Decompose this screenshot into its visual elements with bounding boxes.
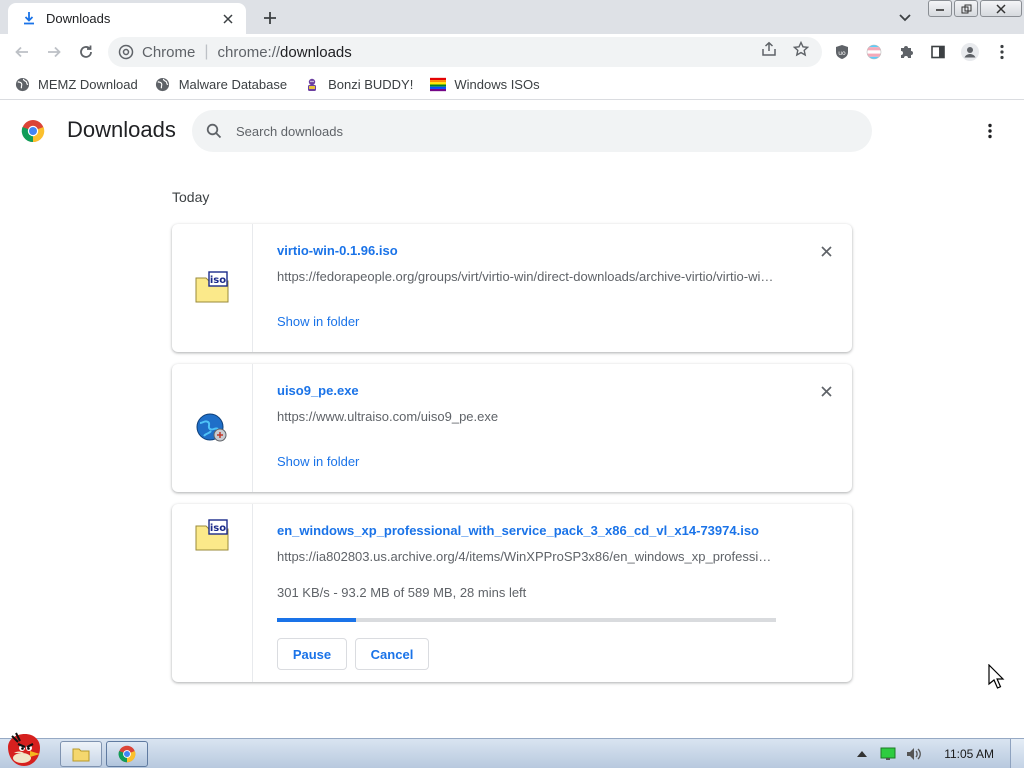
svg-text:uo: uo — [838, 50, 846, 57]
tab-search-chevron-icon[interactable] — [894, 7, 916, 29]
iso-file-icon: iso — [195, 519, 229, 551]
show-desktop-button[interactable] — [1010, 739, 1024, 768]
bookmark-windows-isos[interactable]: Windows ISOs — [430, 77, 540, 93]
page-title: Downloads — [67, 117, 176, 142]
download-source-url: https://ia802803.us.archive.org/4/items/… — [277, 549, 777, 564]
bonzi-icon — [304, 77, 320, 93]
exe-globe-icon — [196, 413, 227, 442]
show-in-folder-link[interactable]: Show in folder — [277, 314, 359, 329]
tab-title: Downloads — [46, 11, 111, 26]
ublock-extension-icon[interactable]: uo — [828, 38, 856, 66]
back-button[interactable] — [8, 38, 36, 66]
bookmark-star-icon[interactable] — [790, 38, 812, 60]
download-filename-link[interactable]: virtio-win-0.1.96.iso — [277, 243, 398, 258]
download-icon-column: iso — [172, 504, 253, 682]
chrome-taskbar-icon — [118, 745, 136, 763]
tab-strip: Downloads — [0, 0, 1024, 34]
taskbar-chrome-button[interactable] — [106, 741, 148, 767]
download-item: iso virtio-win-0.1.96.iso https://fedora… — [172, 224, 852, 352]
cancel-button[interactable]: Cancel — [355, 638, 429, 670]
svg-text:iso: iso — [210, 275, 226, 286]
search-icon — [204, 121, 224, 141]
download-icon — [22, 12, 36, 26]
url-text: chrome://downloads — [217, 43, 352, 61]
folder-icon — [72, 748, 90, 762]
forward-button[interactable] — [40, 38, 68, 66]
bookmark-memz-download[interactable]: MEMZ Download — [14, 77, 138, 93]
download-progress-bar — [277, 618, 776, 622]
side-panel-icon[interactable] — [924, 38, 952, 66]
download-filename-link[interactable]: uiso9_pe.exe — [277, 383, 359, 398]
start-button-angry-bird-icon[interactable] — [2, 731, 50, 768]
minimize-button[interactable] — [928, 0, 952, 17]
address-bar[interactable]: Chrome | chrome://downloads — [108, 37, 822, 67]
mouse-cursor-icon — [988, 664, 1005, 689]
globe-icon — [155, 77, 171, 93]
download-item: uiso9_pe.exe https://www.ultraiso.com/ui… — [172, 364, 852, 492]
search-input[interactable] — [236, 123, 836, 139]
browser-toolbar: Chrome | chrome://downloads uo — [0, 34, 1024, 70]
tray-expand-icon[interactable] — [852, 744, 872, 764]
chrome-menu-icon[interactable] — [988, 38, 1016, 66]
show-in-folder-link[interactable]: Show in folder — [277, 454, 359, 469]
window-controls — [926, 0, 1022, 18]
extensions-puzzle-icon[interactable] — [892, 38, 920, 66]
system-tray: 11:05 AM — [852, 739, 1024, 768]
bookmark-bonzi-buddy[interactable]: Bonzi BUDDY! — [304, 77, 413, 93]
remove-download-icon[interactable] — [816, 241, 836, 261]
pause-button[interactable]: Pause — [277, 638, 347, 670]
network-icon[interactable] — [878, 744, 898, 764]
downloads-header: Downloads — [0, 101, 1024, 161]
downloads-menu-icon[interactable] — [978, 119, 1002, 143]
omnibox-separator: | — [204, 43, 209, 60]
download-progress-fill — [277, 618, 356, 622]
iso-file-icon: iso — [195, 271, 229, 303]
new-tab-button[interactable] — [258, 6, 282, 30]
profile-avatar-icon[interactable] — [956, 38, 984, 66]
globe-icon — [14, 77, 30, 93]
search-downloads-box[interactable] — [192, 110, 872, 152]
chrome-site-icon — [118, 44, 134, 60]
taskbar: 11:05 AM — [0, 732, 1024, 768]
svg-text:iso: iso — [210, 523, 226, 534]
site-name: Chrome — [142, 43, 196, 61]
bookmarks-bar: MEMZ Download Malware Database Bonzi BUD… — [0, 70, 1024, 100]
rainbow-flag-icon — [430, 77, 447, 93]
reload-button[interactable] — [72, 38, 100, 66]
download-source-url: https://fedorapeople.org/groups/virt/vir… — [277, 269, 777, 284]
bookmark-malware-database[interactable]: Malware Database — [155, 77, 287, 93]
taskbar-explorer-button[interactable] — [60, 741, 102, 767]
download-item-in-progress: iso en_windows_xp_professional_with_serv… — [172, 504, 852, 682]
share-icon[interactable] — [758, 38, 780, 60]
remove-download-icon[interactable] — [816, 381, 836, 401]
download-source-url: https://www.ultraiso.com/uiso9_pe.exe — [277, 409, 499, 424]
taskbar-clock: 11:05 AM — [944, 747, 994, 761]
download-icon-column — [172, 364, 253, 492]
download-icon-column: iso — [172, 224, 253, 352]
restore-button[interactable] — [954, 0, 978, 17]
tab-close-icon[interactable] — [220, 11, 236, 27]
tab-downloads[interactable]: Downloads — [8, 3, 246, 34]
close-window-button[interactable] — [980, 0, 1022, 17]
download-filename-link[interactable]: en_windows_xp_professional_with_service_… — [277, 523, 759, 538]
trans-flag-extension-icon[interactable] — [860, 38, 888, 66]
chrome-logo-icon — [21, 120, 45, 143]
volume-icon[interactable] — [904, 744, 924, 764]
date-section-label: Today — [172, 189, 210, 205]
download-status-text: 301 KB/s - 93.2 MB of 589 MB, 28 mins le… — [277, 585, 527, 600]
